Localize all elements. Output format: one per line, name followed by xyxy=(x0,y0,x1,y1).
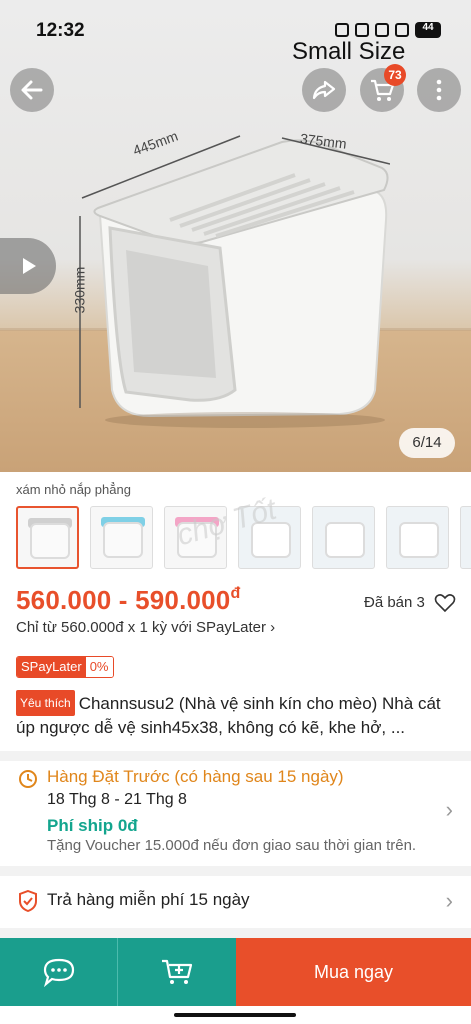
spaylater-badge: SPayLater 0% xyxy=(16,656,114,678)
installment-offer[interactable]: Chỉ từ 560.000đ x 1 kỳ với SPayLater › xyxy=(16,619,275,636)
selected-variant-caption: xám nhỏ nắp phẳng xyxy=(16,482,131,497)
signal-icon xyxy=(395,23,409,37)
back-button[interactable] xyxy=(10,68,54,112)
image-page-counter: 6/14 xyxy=(399,428,455,458)
variant-thumb-blue[interactable] xyxy=(90,506,153,569)
spaylater-rate: 0% xyxy=(85,657,113,677)
returns-section[interactable]: Trả hàng miễn phí 15 ngày › xyxy=(0,876,471,928)
favorite-tag: Yêu thích xyxy=(16,690,75,716)
section-divider xyxy=(0,751,471,761)
share-icon xyxy=(312,80,336,100)
bluetooth-icon xyxy=(375,23,389,37)
add-to-cart-button[interactable] xyxy=(118,938,236,1006)
share-button[interactable] xyxy=(302,68,346,112)
more-options-button[interactable] xyxy=(417,68,461,112)
product-title-text: Channsusu2 (Nhà vệ sinh kín cho mèo) Nhà… xyxy=(16,694,441,737)
dimension-height-label: 330mm xyxy=(71,266,88,314)
delivery-dates: 18 Thg 8 - 21 Thg 8 xyxy=(47,791,187,808)
price-value: 560.000 - 590.000 xyxy=(16,585,231,615)
preorder-notice: Hàng Đặt Trước (có hàng sau 15 ngày) xyxy=(47,767,344,786)
shield-check-icon xyxy=(19,890,37,912)
play-video-button[interactable] xyxy=(0,238,56,294)
variant-thumb-info-3[interactable] xyxy=(386,506,449,569)
product-title: Yêu thích Channsusu2 (Nhà vệ sinh kín cho… xyxy=(16,690,460,740)
sold-count: Đã bán 3 xyxy=(364,594,425,611)
add-cart-icon xyxy=(162,959,193,984)
variant-thumb-info-4[interactable] xyxy=(460,506,471,569)
currency-symbol: đ xyxy=(230,585,241,602)
image-size-caption: Small Size xyxy=(292,38,406,65)
arrow-left-icon xyxy=(21,80,43,100)
spaylater-label: SPayLater xyxy=(17,657,86,677)
variant-thumb-info-2[interactable] xyxy=(312,506,375,569)
home-indicator xyxy=(0,1006,471,1024)
chat-icon xyxy=(43,958,74,987)
vibrate-icon xyxy=(355,23,369,37)
clock-icon xyxy=(19,770,37,788)
chevron-right-icon: › xyxy=(445,797,453,822)
section-divider xyxy=(0,866,471,876)
buy-now-button[interactable]: Mua ngay xyxy=(236,938,471,1006)
shipping-section[interactable]: Hàng Đặt Trước (có hàng sau 15 ngày) 18 … xyxy=(0,761,471,866)
free-ship-label: Phí ship 0đ xyxy=(47,816,138,835)
chevron-right-icon: › xyxy=(445,888,453,913)
status-icons: 44 xyxy=(335,22,441,38)
free-returns-label: Trả hàng miễn phí 15 ngày xyxy=(47,890,250,909)
section-divider xyxy=(0,928,471,938)
clock-time: 12:32 xyxy=(36,20,85,41)
cart-button[interactable]: 73 xyxy=(360,64,406,112)
price-range: 560.000 - 590.000đ xyxy=(16,585,240,616)
litter-box-image xyxy=(79,135,390,428)
heart-icon[interactable] xyxy=(434,592,456,614)
battery-icon: 44 xyxy=(415,22,441,38)
variant-thumb-gray[interactable] xyxy=(16,506,79,569)
play-icon xyxy=(23,258,36,274)
cart-count-badge: 73 xyxy=(384,64,406,86)
product-page: 445mm 375mm 330mm 12:32 44 Small Size 73 xyxy=(0,0,471,1024)
product-image-gallery[interactable]: 445mm 375mm 330mm 12:32 44 Small Size 73 xyxy=(0,0,471,472)
alarm-icon xyxy=(335,23,349,37)
voucher-note: Tặng Voucher 15.000đ nếu đơn giao sau th… xyxy=(47,837,417,854)
more-vertical-icon xyxy=(436,79,442,101)
chat-button[interactable] xyxy=(0,938,118,1006)
